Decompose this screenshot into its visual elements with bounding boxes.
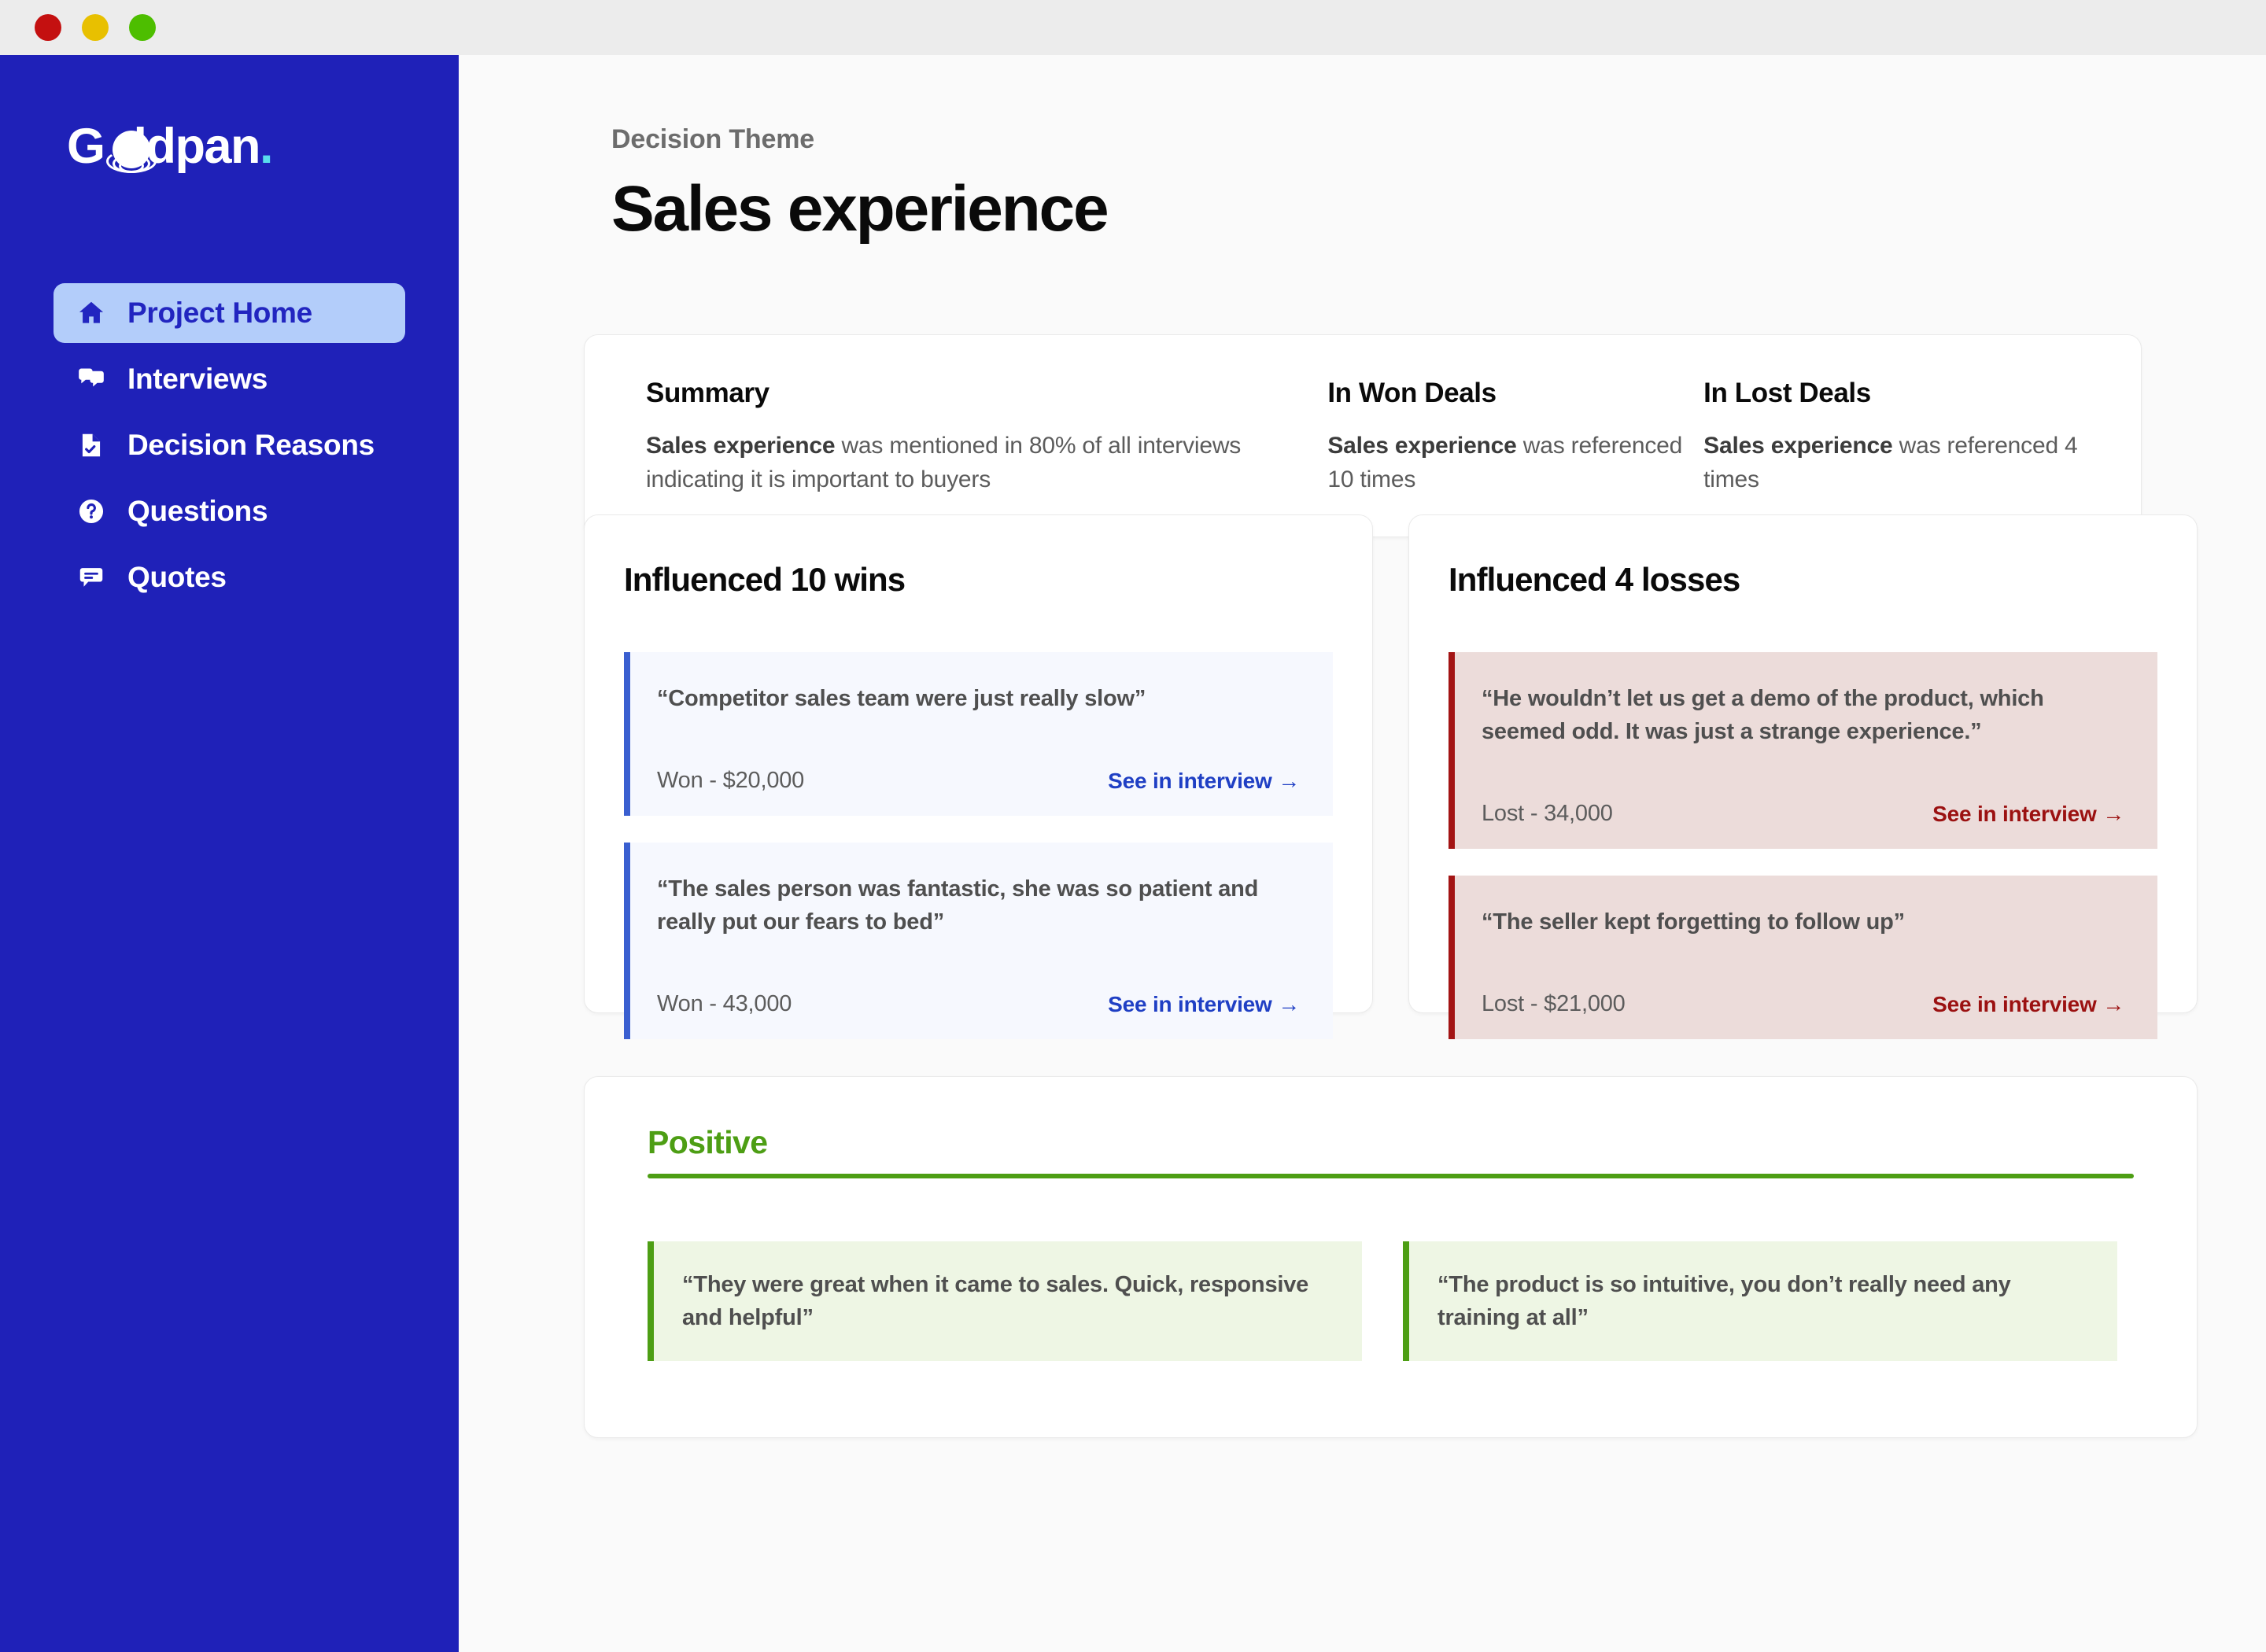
positive-accent-bar xyxy=(648,1241,654,1362)
main-content: Decision Theme Sales experience Summary … xyxy=(459,55,2266,1652)
logo-wordmark: Goldpan. xyxy=(67,118,274,175)
logo-letter-o: o xyxy=(105,119,134,174)
logo-period: . xyxy=(260,119,274,174)
window-titlebar xyxy=(0,0,2266,55)
loss-accent-bar xyxy=(1449,876,1455,1040)
sidebar-item-label: Decision Reasons xyxy=(127,429,375,461)
logo-letter-g: G xyxy=(67,119,105,174)
sidebar-item-quotes[interactable]: Quotes xyxy=(54,548,405,607)
positive-quote-item: “They were great when it came to sales. … xyxy=(648,1241,1362,1362)
win-quote-item: “The sales person was fantastic, she was… xyxy=(624,843,1333,1040)
positive-accent-bar xyxy=(1403,1241,1409,1362)
win-quote-footer: Won - $20,000 See in interview → xyxy=(657,734,1300,794)
positive-sentiment-card: Positive “They were great when it came t… xyxy=(584,1076,2198,1438)
lost-deals-column: In Lost Deals Sales experience was refer… xyxy=(1703,378,2080,537)
maximize-window-button[interactable] xyxy=(129,14,156,41)
sentiment-divider xyxy=(648,1174,2134,1178)
sidebar-item-interviews[interactable]: Interviews xyxy=(54,349,405,409)
summary-heading: Summary xyxy=(646,378,769,408)
goldpan-logo[interactable]: Goldpan. xyxy=(67,112,459,181)
sidebar-item-project-home[interactable]: Project Home xyxy=(54,283,405,343)
win-quote-footer: Won - 43,000 See in interview → xyxy=(657,957,1300,1017)
lost-deals-heading: In Lost Deals xyxy=(1703,378,1871,408)
loss-accent-bar xyxy=(1449,652,1455,850)
loss-deal-value: Lost - $21,000 xyxy=(1482,991,1626,1017)
home-icon xyxy=(76,297,107,329)
sidebar-item-questions[interactable]: Questions xyxy=(54,481,405,541)
win-deal-value: Won - 43,000 xyxy=(657,991,792,1017)
win-quote-text: “The sales person was fantastic, she was… xyxy=(657,876,1259,935)
won-deals-column: In Won Deals Sales experience was refere… xyxy=(1327,378,1703,537)
breadcrumb-eyebrow: Decision Theme xyxy=(611,124,814,154)
sidebar-item-label: Project Home xyxy=(127,297,312,329)
sidebar-item-label: Questions xyxy=(127,495,268,527)
question-circle-icon xyxy=(76,496,107,527)
won-deals-body: Sales experience was referenced 10 times xyxy=(1327,430,1703,496)
lost-deals-emphasis: Sales experience xyxy=(1703,433,1893,459)
lost-deals-body: Sales experience was referenced 4 times xyxy=(1703,430,2080,496)
see-in-interview-link[interactable]: See in interview → xyxy=(1932,992,2124,1017)
app-window: Goldpan. Project Home Interview xyxy=(0,0,2266,1652)
page-title: Sales experience xyxy=(611,173,1109,245)
influenced-wins-card: Influenced 10 wins “Competitor sales tea… xyxy=(584,514,1373,1040)
summary-body: Sales experience was mentioned in 80% of… xyxy=(646,430,1327,496)
see-in-interview-link[interactable]: See in interview → xyxy=(1108,769,1300,794)
quote-bubble-icon xyxy=(76,562,107,593)
sentiment-quote-list: “They were great when it came to sales. … xyxy=(648,1241,2134,1362)
loss-quote-footer: Lost - 34,000 See in interview → xyxy=(1482,767,2124,827)
loss-quote-text: “He wouldn’t let us get a demo of the pr… xyxy=(1482,686,2044,745)
win-deal-value: Won - $20,000 xyxy=(657,768,805,794)
logo-letters-rest: ldpan xyxy=(133,119,261,174)
positive-quote-text: “They were great when it came to sales. … xyxy=(682,1272,1309,1331)
won-deals-emphasis: Sales experience xyxy=(1327,433,1517,459)
won-deals-heading: In Won Deals xyxy=(1327,378,1497,408)
summary-card: Summary Sales experience was mentioned i… xyxy=(584,334,2142,537)
document-check-icon xyxy=(76,430,107,461)
sidebar-item-decision-reasons[interactable]: Decision Reasons xyxy=(54,415,405,475)
sentiment-heading: Positive xyxy=(648,1124,768,1160)
loss-quote-text: “The seller kept forgetting to follow up… xyxy=(1482,909,1905,935)
positive-quote-item: “The product is so intuitive, you don’t … xyxy=(1403,1241,2117,1362)
see-in-interview-link[interactable]: See in interview → xyxy=(1108,992,1300,1017)
sidebar: Goldpan. Project Home Interview xyxy=(0,55,459,1652)
wins-card-title: Influenced 10 wins xyxy=(624,561,906,598)
loss-quote-item: “The seller kept forgetting to follow up… xyxy=(1449,876,2157,1040)
speech-bubbles-icon xyxy=(76,363,107,395)
sidebar-item-label: Interviews xyxy=(127,363,268,395)
win-quote-text: “Competitor sales team were just really … xyxy=(657,686,1146,711)
win-accent-bar xyxy=(624,843,630,1040)
losses-card-title: Influenced 4 losses xyxy=(1449,561,1740,598)
see-in-interview-link[interactable]: See in interview → xyxy=(1932,802,2124,827)
minimize-window-button[interactable] xyxy=(82,14,109,41)
influenced-losses-card: Influenced 4 losses “He wouldn’t let us … xyxy=(1408,514,2198,1040)
positive-quote-text: “The product is so intuitive, you don’t … xyxy=(1437,1272,2011,1331)
sidebar-item-label: Quotes xyxy=(127,561,227,593)
win-quote-item: “Competitor sales team were just really … xyxy=(624,652,1333,817)
summary-column: Summary Sales experience was mentioned i… xyxy=(646,378,1327,537)
close-window-button[interactable] xyxy=(35,14,61,41)
summary-body-emphasis: Sales experience xyxy=(646,433,836,459)
loss-quote-item: “He wouldn’t let us get a demo of the pr… xyxy=(1449,652,2157,850)
page-header: Decision Theme Sales experience xyxy=(459,55,2266,246)
loss-quote-footer: Lost - $21,000 See in interview → xyxy=(1482,957,2124,1017)
win-accent-bar xyxy=(624,652,630,817)
sidebar-nav: Project Home Interviews Decision Reasons… xyxy=(0,283,459,607)
loss-deal-value: Lost - 34,000 xyxy=(1482,801,1613,827)
